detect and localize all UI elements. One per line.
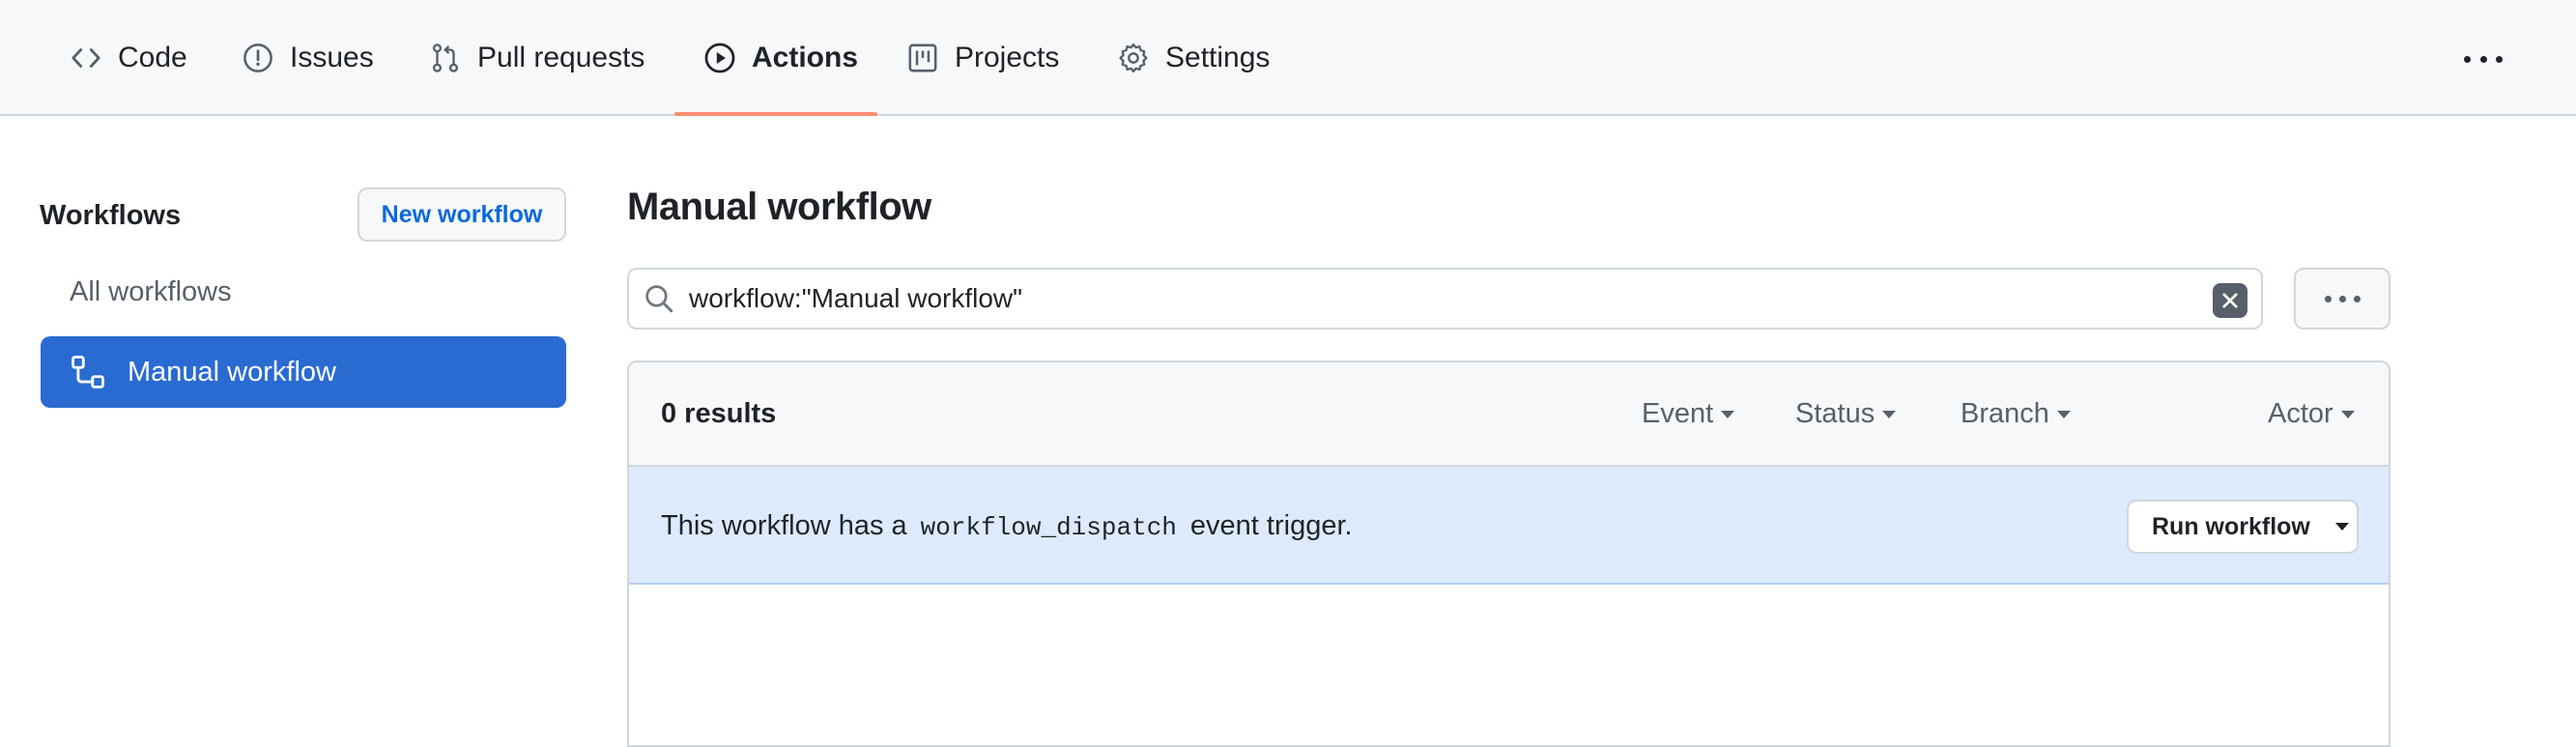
project-icon (906, 42, 939, 74)
workflow-search-input[interactable] (689, 274, 2158, 323)
run-workflow-button[interactable]: Run workflow (2127, 500, 2359, 554)
tab-code-label: Code (118, 42, 187, 73)
tab-projects[interactable]: Projects (906, 0, 1059, 116)
chevron-down-icon (2056, 410, 2071, 418)
filter-label: Branch (1961, 398, 2049, 429)
status-filter-dropdown[interactable]: Status (1795, 398, 1897, 430)
sidebar-title: Workflows (40, 200, 182, 231)
workflow-runs-box: 0 results Event Status Branch Actor This… (627, 360, 2390, 747)
page-title: Manual workflow (627, 186, 931, 228)
active-tab-indicator (674, 112, 877, 116)
issue-opened-icon (242, 42, 274, 74)
tab-pull-requests-label: Pull requests (477, 42, 645, 73)
gear-icon (1117, 42, 1150, 74)
notice-text: This workflow has a workflow_dispatch even… (661, 510, 1353, 542)
tab-code[interactable]: Code (70, 0, 187, 116)
chevron-down-icon (1721, 410, 1735, 418)
actor-filter-dropdown[interactable]: Actor (2268, 398, 2355, 430)
dispatch-notice: This workflow has a workflow_dispatch even… (629, 467, 2389, 585)
git-pull-request-icon (429, 42, 462, 74)
more-options-button[interactable] (2294, 268, 2390, 330)
notice-suffix: event trigger. (1189, 510, 1353, 541)
kebab-horizontal-icon[interactable] (2464, 48, 2503, 70)
tab-projects-label: Projects (955, 42, 1060, 73)
notice-prefix: This workflow has a (661, 510, 907, 541)
filter-label: Event (1642, 398, 1714, 429)
notice-code: workflow_dispatch (920, 513, 1177, 542)
filter-label: Actor (2268, 398, 2333, 429)
tab-issues-label: Issues (290, 42, 374, 73)
sidebar-item-all-workflows[interactable]: All workflows (70, 276, 232, 308)
tab-issues[interactable]: Issues (242, 0, 374, 116)
runs-header: 0 results Event Status Branch Actor (629, 362, 2389, 467)
play-icon (703, 42, 736, 74)
code-icon (70, 42, 102, 74)
event-filter-dropdown[interactable]: Event (1642, 398, 1735, 430)
run-workflow-label: Run workflow (2152, 512, 2310, 540)
tab-settings[interactable]: Settings (1117, 0, 1270, 116)
filter-label: Status (1795, 398, 1875, 429)
triangle-down-icon (2334, 523, 2349, 531)
tab-actions-label: Actions (752, 42, 859, 73)
tab-pull-requests[interactable]: Pull requests (429, 0, 644, 116)
branch-filter-dropdown[interactable]: Branch (1961, 398, 2071, 430)
chevron-down-icon (1882, 410, 1897, 418)
new-workflow-button[interactable]: New workflow (358, 187, 566, 242)
search-bar (627, 268, 2263, 330)
sidebar-item-manual-workflow[interactable]: Manual workflow (41, 336, 566, 408)
sidebar-item-label: Manual workflow (128, 356, 336, 388)
repo-tab-bar: Code Issues Pull requests Actions Projec… (0, 0, 2576, 116)
clear-search-icon[interactable] (2213, 283, 2247, 318)
results-count: 0 results (661, 398, 777, 429)
search-icon (643, 282, 675, 315)
tab-settings-label: Settings (1165, 42, 1271, 73)
tab-actions[interactable]: Actions (703, 0, 858, 116)
chevron-down-icon (2340, 410, 2355, 418)
workflow-icon (70, 354, 106, 390)
